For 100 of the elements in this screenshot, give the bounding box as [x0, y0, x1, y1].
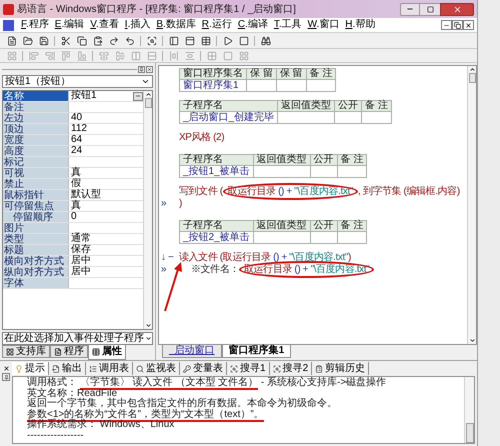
table-cell: _按钮1_被单击 [180, 166, 254, 178]
output-tab[interactable]: 搜寻2 [270, 362, 312, 375]
output-tab[interactable]: 监视表 [133, 362, 180, 375]
property-name[interactable]: 可视 [3, 168, 69, 178]
scrollbar-thumb[interactable] [144, 98, 152, 108]
object-dropdown[interactable]: 按钮1（按钮） [2, 75, 153, 88]
property-name[interactable]: 可停留焦点 [3, 201, 69, 211]
lightbulb-icon [15, 364, 23, 372]
property-name[interactable]: 停留顺序 [3, 212, 69, 222]
close-button[interactable] [146, 66, 153, 72]
property-name[interactable]: 类型 [3, 234, 69, 244]
property-name[interactable]: 图片 [3, 223, 69, 233]
menu-item[interactable]: W.窗口 [304, 20, 342, 30]
property-value[interactable]: 居中 [69, 256, 143, 266]
pin-icon [139, 66, 144, 72]
property-name[interactable]: 禁止 [3, 179, 69, 189]
document-icon [3, 20, 14, 30]
scrollbar-thumb[interactable] [466, 423, 474, 443]
scrollbar[interactable] [143, 91, 152, 329]
output-tab[interactable]: 调用表 [86, 362, 133, 375]
property-name[interactable]: 高度 [3, 146, 69, 156]
list-icon [89, 364, 97, 372]
new-file-icon [6, 36, 16, 46]
property-value[interactable]: 真 [69, 201, 143, 211]
property-name[interactable]: 左边 [3, 113, 69, 123]
property-value[interactable]: 真 [69, 168, 143, 178]
column-header: 子程序名 [180, 154, 254, 166]
pin-button[interactable] [2, 373, 10, 381]
column-header: 返回值类型 [278, 100, 335, 112]
output-tab[interactable]: 剪辑历史 [312, 362, 370, 375]
property-name[interactable]: 标题 [3, 245, 69, 255]
output-tab[interactable]: 搜寻1 [227, 362, 270, 375]
center-horizontal-icon [114, 50, 124, 60]
property-value[interactable]: 112 [69, 124, 143, 134]
output-tab[interactable]: 输出 [49, 362, 86, 375]
hint-line: 调用格式： 〈字节集〉 读入文件 （文本型 文件名） - 系统核心支持库->磁盘操作 [27, 378, 386, 388]
close-button[interactable] [463, 20, 474, 30]
cut-icon [60, 36, 70, 46]
rows-icon [146, 50, 156, 60]
menu-item[interactable]: F.程序 [18, 20, 52, 30]
minus-icon [135, 93, 141, 99]
pin-button[interactable] [138, 66, 145, 72]
menu-item[interactable]: R.运行 [198, 20, 235, 30]
property-name[interactable]: 字体 [3, 278, 69, 288]
close-button[interactable] [2, 364, 10, 372]
hint-line: 英文名称：ReadFile [27, 388, 118, 398]
restore-button[interactable] [452, 20, 463, 30]
panel-tab[interactable]: 支持库 [2, 345, 50, 358]
property-name[interactable]: 顶边 [3, 124, 69, 134]
property-value[interactable]: 按钮1 [69, 91, 133, 101]
undo-icon [124, 36, 134, 46]
editor-tab[interactable]: _启动窗口 [162, 345, 222, 358]
output-tab[interactable]: 变量表 [180, 362, 227, 375]
menu-item[interactable]: C.编译 [234, 20, 271, 30]
property-name[interactable]: 宽度 [3, 135, 69, 145]
hint-line: 返回一个字节集，其中包含指定文件的所有数据。本命令为初级命令。 [27, 399, 337, 409]
align-right-icon [44, 50, 54, 60]
menu-item[interactable]: E.编辑 [52, 20, 88, 30]
column-header: 保 留 [246, 68, 276, 80]
center-vertical-icon [98, 50, 108, 60]
property-value[interactable]: 64 [69, 135, 143, 145]
property-value[interactable]: 0 [69, 212, 143, 222]
menu-item[interactable]: H.帮助 [342, 20, 378, 30]
run-icon [222, 36, 232, 46]
menu-item[interactable]: I.插入 [122, 20, 154, 30]
minimize-button[interactable] [441, 20, 452, 30]
property-name[interactable]: 备注 [3, 102, 69, 112]
grid-icon [6, 50, 16, 60]
code-line: XP风格 (2) [179, 133, 224, 143]
property-value[interactable]: 居中 [69, 267, 143, 277]
scrollbar-thumb[interactable] [468, 73, 476, 83]
property-name[interactable]: 鼠标指针 [3, 190, 69, 200]
stop-icon [238, 36, 248, 46]
output-tab[interactable]: 提示 [12, 362, 49, 375]
property-value[interactable]: 假 [69, 179, 143, 189]
panel-tab[interactable]: 属性 [88, 345, 126, 360]
scrollbar[interactable] [464, 377, 474, 443]
menu-item[interactable]: B.数据库 [153, 20, 199, 30]
clipboard-icon [315, 364, 324, 372]
property-value[interactable]: 通常 [69, 234, 143, 244]
property-name[interactable]: 名称 [3, 91, 69, 101]
property-name[interactable]: 横向对齐方式 [3, 256, 69, 266]
editor-tab[interactable]: 窗口程序集1 [222, 345, 292, 358]
edit-button[interactable] [133, 92, 143, 100]
menu-item[interactable]: T.工具 [270, 20, 305, 30]
column-header: 保 留 [276, 68, 306, 80]
property-value[interactable]: 40 [69, 113, 143, 123]
close-icon [2, 364, 10, 372]
space-vertical-icon [184, 50, 194, 60]
panel-tab[interactable]: 程序 [50, 345, 88, 358]
property-name[interactable]: 纵向对齐方式 [3, 267, 69, 277]
open-folder-icon [22, 36, 32, 46]
property-value[interactable]: 默认型 [69, 190, 143, 200]
event-dropdown[interactable]: 在此处选择加入事件处理子程序 [2, 332, 153, 345]
property-value[interactable]: 24 [69, 146, 143, 156]
menu-item[interactable]: V.查看 [87, 20, 122, 30]
property-value[interactable]: 保存 [69, 245, 143, 255]
maximize-button[interactable] [420, 2, 440, 16]
property-name[interactable]: 标记 [3, 157, 69, 167]
scrollbar[interactable] [467, 66, 476, 344]
